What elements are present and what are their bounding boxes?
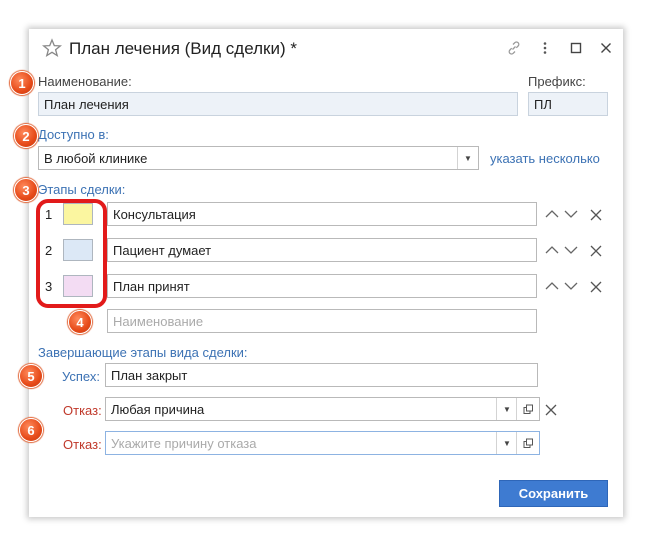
success-label: Успех:: [62, 369, 100, 384]
annotation-badge-2: 2: [14, 124, 38, 148]
new-stage-placeholder: Наименование: [113, 314, 204, 329]
available-label: Доступно в:: [38, 127, 109, 142]
prefix-field-value: ПЛ: [534, 97, 552, 112]
swatch-highlight-frame: [36, 199, 107, 308]
move-up-icon[interactable]: [544, 280, 560, 292]
name-field-value: План лечения: [44, 97, 129, 112]
stage-name-value: Пациент думает: [113, 243, 212, 258]
stage-name-value: Консультация: [113, 207, 196, 222]
delete-icon[interactable]: [590, 209, 602, 221]
delete-icon[interactable]: [590, 245, 602, 257]
stage-name-value: План принят: [113, 279, 190, 294]
move-down-icon[interactable]: [563, 208, 579, 220]
stage-name-field[interactable]: План принят: [107, 274, 537, 298]
success-field-value: План закрыт: [111, 368, 188, 383]
move-down-icon[interactable]: [563, 244, 579, 256]
fail-reason-placeholder: Укажите причину отказа: [111, 436, 257, 451]
chevron-down-icon[interactable]: ▼: [496, 398, 517, 420]
delete-icon[interactable]: [545, 404, 557, 416]
available-select-value: В любой клинике: [44, 151, 148, 166]
stages-label: Этапы сделки:: [38, 182, 126, 197]
chevron-down-icon[interactable]: ▼: [457, 147, 478, 169]
fail-select[interactable]: Любая причина ▼: [105, 397, 540, 421]
maximize-icon[interactable]: [568, 40, 584, 56]
annotation-badge-3: 3: [14, 178, 38, 202]
fail2-label: Отказ:: [63, 437, 102, 452]
stage-name-field[interactable]: Пациент думает: [107, 238, 537, 262]
star-icon[interactable]: [42, 38, 62, 58]
link-icon[interactable]: [506, 40, 522, 56]
prefix-label: Префикс:: [528, 74, 586, 89]
stage-name-field[interactable]: Консультация: [107, 202, 537, 226]
name-label: Наименование:: [38, 74, 132, 89]
annotation-badge-4: 4: [68, 310, 92, 334]
open-icon[interactable]: [516, 398, 539, 420]
prefix-field[interactable]: ПЛ: [528, 92, 608, 116]
fail-reason-select[interactable]: Укажите причину отказа ▼: [105, 431, 540, 455]
chevron-down-icon[interactable]: ▼: [496, 432, 517, 454]
dialog-window: План лечения (Вид сделки) * Наименование…: [29, 29, 623, 517]
specify-several-link[interactable]: указать несколько: [490, 151, 600, 166]
more-icon[interactable]: [537, 40, 553, 56]
success-field[interactable]: План закрыт: [105, 363, 538, 387]
new-stage-field[interactable]: Наименование: [107, 309, 537, 333]
final-stages-label: Завершающие этапы вида сделки:: [38, 345, 248, 360]
window-title: План лечения (Вид сделки) *: [69, 39, 297, 58]
fail-select-value: Любая причина: [111, 402, 205, 417]
name-field[interactable]: План лечения: [38, 92, 518, 116]
save-button[interactable]: Сохранить: [499, 480, 608, 507]
close-icon[interactable]: [598, 40, 614, 56]
annotation-badge-6: 6: [19, 418, 43, 442]
open-icon[interactable]: [516, 432, 539, 454]
move-up-icon[interactable]: [544, 244, 560, 256]
available-select[interactable]: В любой клинике ▼: [38, 146, 479, 170]
annotation-badge-5: 5: [19, 364, 43, 388]
move-down-icon[interactable]: [563, 280, 579, 292]
delete-icon[interactable]: [590, 281, 602, 293]
fail-label: Отказ:: [63, 403, 102, 418]
annotation-badge-1: 1: [10, 71, 34, 95]
move-up-icon[interactable]: [544, 208, 560, 220]
